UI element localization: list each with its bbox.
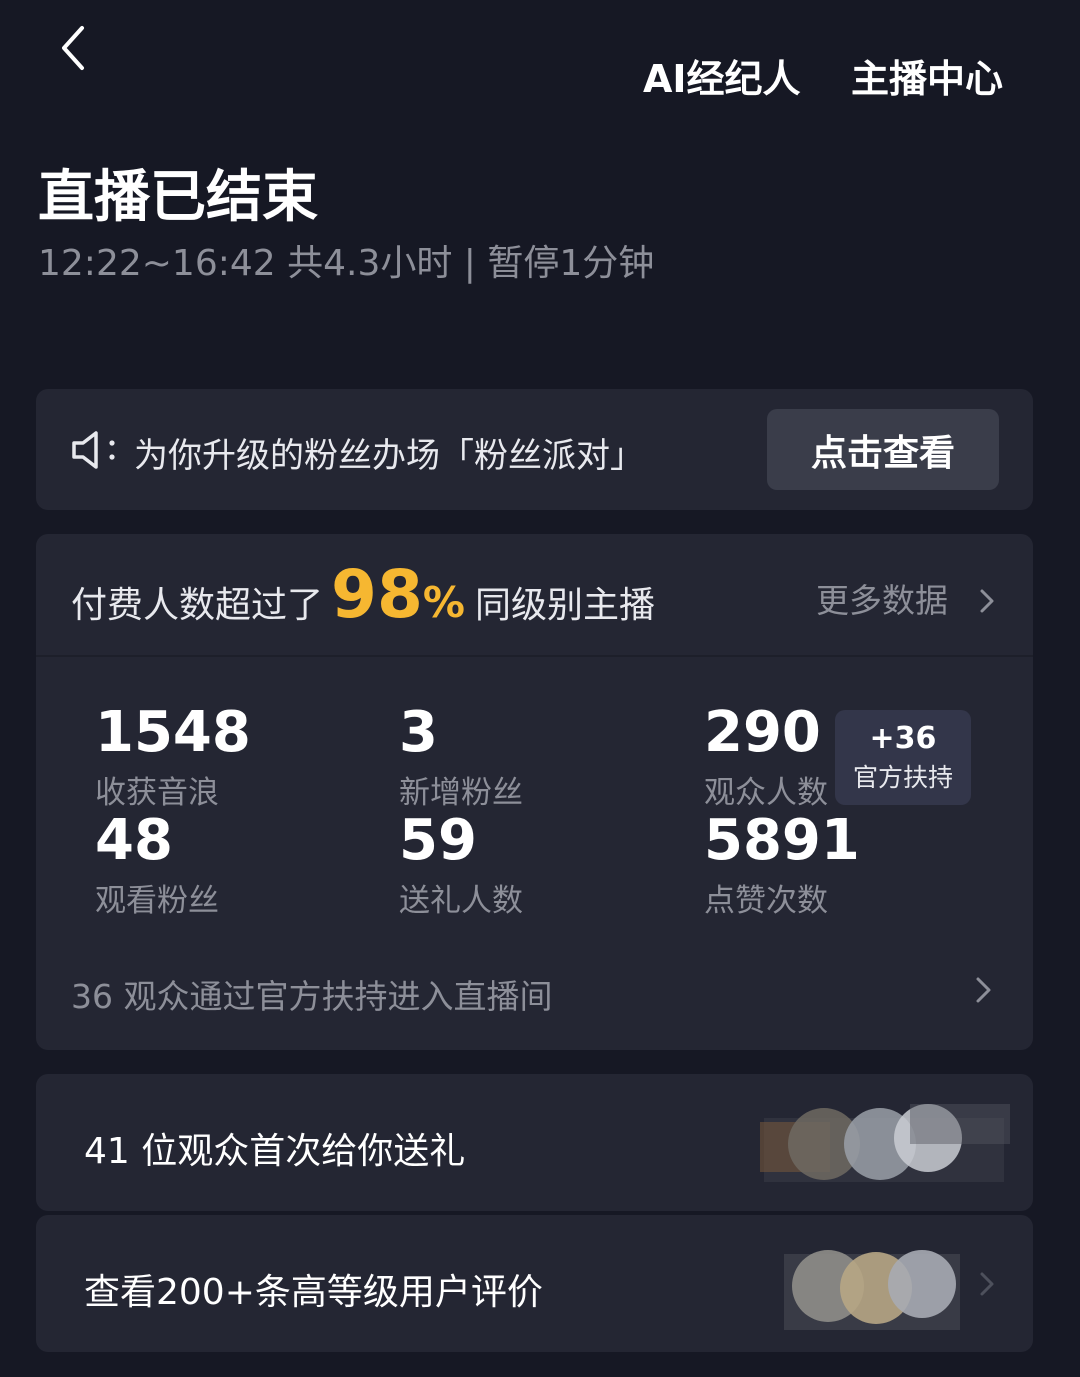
chevron-right-icon[interactable]	[968, 974, 998, 1010]
support-badge-label: 官方扶持	[852, 763, 953, 792]
stat-label-watching-fans: 观看粉丝	[95, 883, 219, 919]
stat-label-viewers: 观众人数	[704, 775, 828, 811]
stat-label-gifters: 送礼人数	[399, 883, 523, 919]
stat-label-new-fans: 新增粉丝	[399, 775, 523, 811]
chevron-left-icon	[62, 26, 84, 70]
notice-text: 为你升级的粉丝办场「粉丝派对」	[134, 436, 644, 476]
stat-value-gifters: 59	[399, 808, 477, 873]
more-data-link[interactable]: 更多数据	[816, 574, 1001, 622]
ranking-prefix: 付费人数超过了	[71, 585, 324, 626]
live-duration-text: 12:22~16:42 共4.3小时 | 暂停1分钟	[38, 243, 655, 284]
view-party-button[interactable]: 点击查看	[767, 409, 999, 490]
support-badge-value: +36	[869, 721, 937, 756]
reviewer-avatars	[780, 1238, 980, 1342]
stat-value-viewers: 290	[704, 700, 821, 765]
official-support-link[interactable]: 36 观众通过官方扶持进入直播间	[71, 970, 552, 1018]
ranking-line: 付费人数超过了 98 % 同级别主播	[71, 556, 655, 636]
ranking-percent-sign: %	[422, 578, 465, 627]
more-data-label: 更多数据	[816, 581, 948, 620]
ranking-percent-value: 98	[331, 556, 423, 633]
back-button[interactable]	[52, 22, 96, 74]
gifter-avatars	[760, 1098, 1020, 1202]
ai-agent-link[interactable]: AI经纪人	[643, 48, 801, 103]
stat-value-new-fans: 3	[399, 700, 438, 765]
ranking-suffix: 同级别主播	[474, 585, 655, 626]
high-level-reviews-text: 查看200+条高等级用户评价	[84, 1272, 543, 1313]
chevron-right-icon	[980, 589, 993, 613]
speaker-icon	[70, 428, 120, 476]
first-gift-text: 41 位观众首次给你送礼	[84, 1131, 466, 1172]
stat-label-coins: 收获音浪	[95, 775, 219, 811]
streamer-center-link[interactable]: 主播中心	[851, 48, 1003, 103]
official-support-badge: +36 官方扶持	[835, 710, 971, 805]
stat-label-likes: 点赞次数	[704, 883, 828, 919]
stat-value-likes: 5891	[704, 808, 860, 873]
chevron-right-icon[interactable]	[974, 1268, 1000, 1304]
page-title: 直播已结束	[38, 165, 318, 230]
stats-divider	[36, 655, 1033, 657]
stat-value-watching-fans: 48	[95, 808, 173, 873]
stat-value-coins: 1548	[95, 700, 251, 765]
